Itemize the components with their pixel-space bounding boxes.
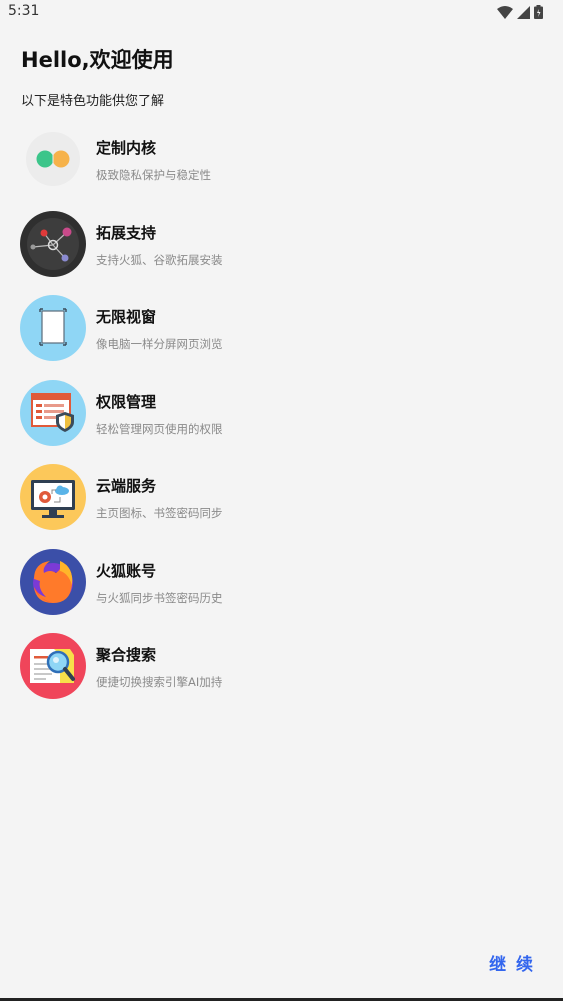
cloud-icon [20,464,86,530]
status-bar: 5:31 [0,0,563,24]
feature-name: 无限视窗 [96,308,157,326]
feature-item-permission: 权限管理 轻松管理网页使用的权限 [0,379,563,465]
signal-icon [517,4,530,23]
feature-desc: 轻松管理网页使用的权限 [96,421,223,436]
feature-desc: 主页图标、书签密码同步 [96,506,223,520]
wifi-icon [497,4,513,23]
feature-desc: 支持火狐、谷歌拓展安装 [96,252,223,267]
feature-item-cloud: 云端服务 主页图标、书签密码同步 [0,464,563,549]
search-icon [20,633,86,699]
battery-icon [534,4,543,23]
feature-name: 定制内核 [96,139,157,157]
continue-button[interactable]: 继 续 [489,950,535,975]
permission-icon [20,379,86,446]
window-icon [20,295,86,361]
feature-name: 拓展支持 [96,223,157,242]
feature-name: 聚合搜索 [96,646,157,664]
feature-desc: 与火狐同步书签密码历史 [96,590,223,605]
kernel-icon [26,132,80,186]
feature-list: 定制内核 极致隐私保护与稳定性 拓展支持 支持火狐、谷歌拓展安装 无限视窗 像电… [0,126,563,718]
feature-item-extension: 拓展支持 支持火狐、谷歌拓展安装 [0,210,563,296]
feature-item-window: 无限视窗 像电脑一样分屏网页浏览 [0,295,563,380]
status-time: 5:31 [8,3,40,19]
status-icons [497,4,543,23]
page-subtitle: 以下是特色功能供您了解 [21,94,165,109]
feature-desc: 像电脑一样分屏网页浏览 [96,337,223,351]
feature-name: 权限管理 [96,392,157,411]
page-title: Hello,欢迎使用 [21,48,174,72]
feature-name: 火狐账号 [96,561,157,580]
extension-icon [20,210,86,277]
feature-name: 云端服务 [96,477,157,495]
feature-desc: 便捷切换搜索引擎AI加持 [96,675,223,689]
feature-item-kernel: 定制内核 极致隐私保护与稳定性 [0,126,563,211]
firefox-icon [20,548,86,615]
feature-desc: 极致隐私保护与稳定性 [96,168,211,182]
feature-item-search: 聚合搜索 便捷切换搜索引擎AI加持 [0,633,563,718]
feature-item-firefox: 火狐账号 与火狐同步书签密码历史 [0,548,563,634]
